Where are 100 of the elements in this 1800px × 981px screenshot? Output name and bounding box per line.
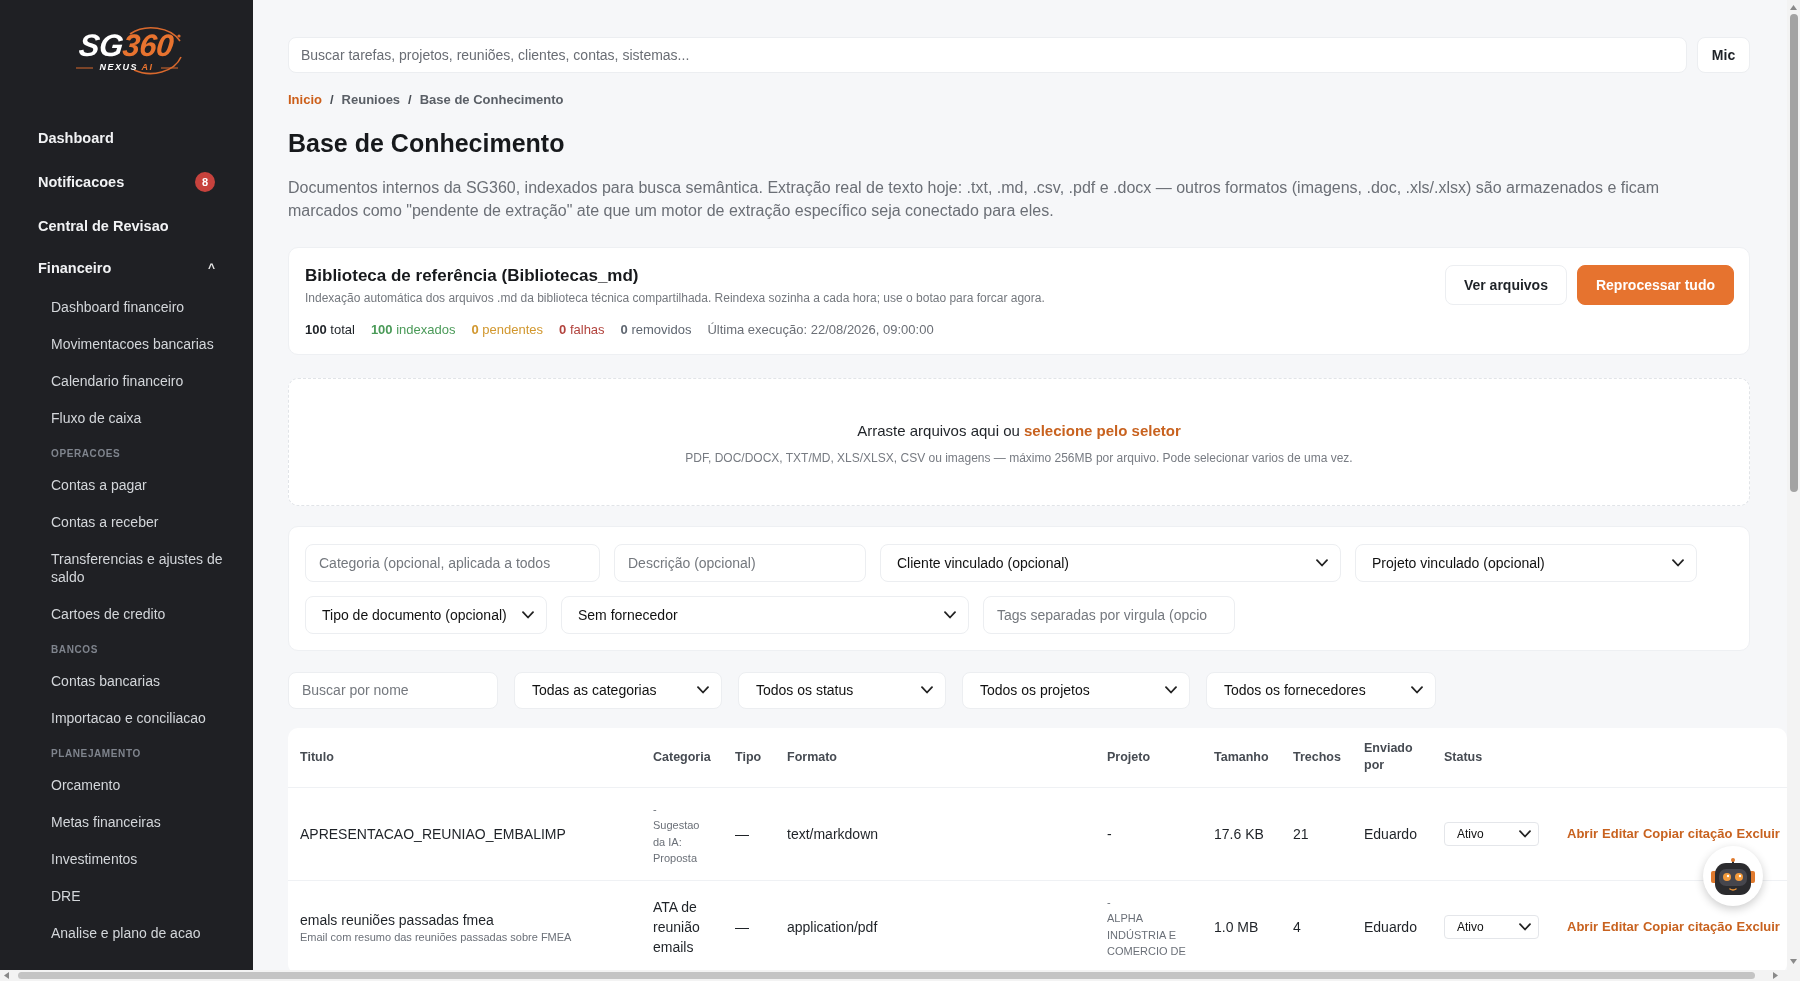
nav-item[interactable]: Investimentos: [0, 840, 253, 877]
breadcrumb-current: Base de Conhecimento: [419, 92, 564, 108]
cell-text: -: [653, 801, 658, 817]
file-picker-link[interactable]: selecione pelo seletor: [1024, 421, 1181, 439]
column-header: Formato: [786, 748, 838, 766]
stat-count: 0 pendentes: [471, 320, 544, 339]
brand-logo[interactable]: SG360 NEXUS AI: [67, 26, 186, 80]
arrow-right-icon[interactable]: [1773, 972, 1778, 979]
nav-item[interactable]: Notificacoes: [38, 172, 125, 192]
nav-item[interactable]: Calendario financeiro: [0, 362, 253, 399]
chevron-down-icon: [1672, 558, 1684, 567]
cell-text: Sugestao da IA: Proposta: [653, 818, 701, 866]
chevron-down-icon: [1316, 558, 1328, 567]
text-input[interactable]: Categoria (opcional, aplicada a todos: [305, 543, 600, 582]
action-link[interactable]: Editar: [1602, 916, 1639, 937]
dropdown[interactable]: Todos os status: [738, 671, 946, 709]
nav-item[interactable]: DRE: [0, 877, 253, 914]
card-title: Biblioteca de referência (Bibliotecas_md): [305, 264, 640, 287]
nav-item[interactable]: Cartoes de credito: [0, 595, 253, 632]
status-dropdown[interactable]: Ativo: [1444, 914, 1539, 939]
nav-item[interactable]: Movimentacoes bancarias: [0, 325, 253, 362]
text-input[interactable]: Descrição (opcional): [614, 543, 866, 582]
arrow-left-icon[interactable]: [4, 972, 9, 979]
action-link[interactable]: Editar: [1602, 823, 1639, 844]
table-cell-text: Eduardo: [1363, 824, 1418, 844]
nav-item[interactable]: Analise e plano de acao: [0, 914, 253, 951]
status-dropdown[interactable]: Ativo: [1444, 821, 1539, 846]
search-field[interactable]: Buscar tarefas, projetos, reuniões, clientes, contas, sistemas...: [288, 37, 1687, 73]
action-link[interactable]: Excluir: [1736, 823, 1780, 844]
dropdown[interactable]: Tipo de documento (opcional): [305, 595, 547, 634]
cell-text: ATA de reunião emails: [653, 897, 701, 957]
caret-icon[interactable]: ^: [208, 262, 215, 274]
dropdown[interactable]: Sem fornecedor: [561, 595, 969, 634]
nav-item[interactable]: Contas bancarias: [0, 662, 253, 699]
dropdown[interactable]: Todos os fornecedores: [1206, 671, 1436, 709]
nav-item[interactable]: Central de Revisao: [38, 216, 169, 236]
nav-item[interactable]: Dashboard: [38, 128, 114, 148]
horizontal-scrollbar[interactable]: [0, 970, 1800, 981]
cell-text: ALPHA INDÚSTRIA E COMERCIO DE: [1107, 911, 1187, 959]
section-heading: PLANEJAMENTO: [50, 747, 142, 761]
arrow-down-icon[interactable]: [1790, 959, 1797, 964]
robot-icon: [1711, 857, 1755, 895]
scrollbar-thumb[interactable]: [1789, 14, 1798, 492]
dropzone-text: Arraste arquivos aqui ou selecione pelo seletor: [857, 420, 1181, 441]
nav-item[interactable]: Contas a pagar: [0, 466, 253, 503]
breadcrumb-separator: /: [408, 92, 412, 108]
chevron-down-icon: [1165, 686, 1177, 694]
table-cell-text: 1.0 MB: [1213, 917, 1260, 937]
cell-text: -: [1107, 824, 1113, 844]
arrow-up-icon[interactable]: [1790, 5, 1797, 10]
nav-item[interactable]: Contas a receber: [0, 503, 253, 540]
chevron-down-icon: [697, 686, 709, 694]
table-cell-text: application/pdf: [786, 917, 879, 937]
table-cell-text: —: [734, 917, 750, 937]
nav-item[interactable]: Dashboard financeiro: [0, 288, 253, 325]
column-header: Projeto: [1106, 748, 1152, 766]
text-input[interactable]: Tags separadas por virgula (opcio: [983, 595, 1235, 634]
breadcrumb-link[interactable]: Inicio: [288, 92, 322, 108]
breadcrumb-separator: /: [329, 92, 334, 108]
stat-count: 0 removidos: [620, 320, 692, 339]
table-cell-text: Eduardo: [1363, 917, 1418, 937]
document-description: Email com resumo das reuniões passadas sobre FMEA: [300, 929, 573, 944]
action-link[interactable]: Excluir: [1736, 916, 1780, 937]
column-header: Categoria: [652, 748, 712, 766]
dropdown[interactable]: Todos os projetos: [962, 671, 1190, 709]
last-run-text: Última execução: 22/08/2026, 09:00:00: [707, 320, 934, 339]
vertical-scrollbar[interactable]: [1787, 0, 1800, 970]
page-description: Documentos internos da SG360, indexados para busca semântica. Extração real de texto hoje: .txt, .md, .csv, .pdf e .docx — outros formatos (imagens, .doc, .xls/.xlsx) são armazenados e ficam marcados como "pendente de extração" ate que um motor de extração específico seja conectado para eles.: [288, 178, 1660, 221]
document-title: emals reuniões passadas fmea: [300, 910, 495, 930]
section-heading: BANCOS: [50, 643, 99, 657]
dropdown[interactable]: Projeto vinculado (opcional): [1355, 543, 1697, 582]
view-files-button[interactable]: Ver arquivos: [1444, 264, 1567, 305]
action-link[interactable]: Abrir: [1567, 823, 1599, 844]
nav-item[interactable]: Financeiro: [38, 258, 112, 278]
action-link[interactable]: Copiar citação: [1642, 823, 1733, 844]
column-header: Titulo: [299, 748, 335, 766]
action-link[interactable]: Copiar citação: [1642, 916, 1733, 937]
mic-button[interactable]: Mic: [1697, 37, 1750, 73]
search-field[interactable]: Buscar por nome: [288, 671, 498, 709]
scrollbar-thumb[interactable]: [18, 972, 1755, 979]
stat-count: 0 falhas: [559, 320, 605, 339]
action-link[interactable]: Abrir: [1567, 916, 1599, 937]
nav-item[interactable]: Importacao e conciliacao: [0, 699, 253, 736]
chevron-down-icon: [1519, 922, 1531, 931]
page-title: Base de Conhecimento: [288, 128, 566, 158]
nav-item[interactable]: Transferencias e ajustes de saldo: [0, 540, 253, 595]
dropdown[interactable]: Todas as categorias: [514, 671, 722, 709]
chevron-down-icon: [522, 610, 534, 619]
nav-item[interactable]: Fluxo de caixa: [0, 399, 253, 436]
drop-zone[interactable]: Arraste arquivos aqui ou selecione pelo seletor PDF, DOC/DOCX, TXT/MD, XLS/XLSX, CSV ou imagens — máximo 256MB por arquivo. Pode selecionar varios de uma vez.: [288, 377, 1750, 506]
dropzone-hint: PDF, DOC/DOCX, TXT/MD, XLS/XLSX, CSV ou imagens — máximo 256MB por arquivo. Pode selecionar varios de uma vez.: [685, 449, 1353, 466]
breadcrumb-link[interactable]: Reunioes: [341, 92, 401, 108]
section-heading: OPERACOES: [50, 447, 122, 461]
stat-count: 100 total: [305, 320, 355, 339]
nav-item[interactable]: Orcamento: [0, 766, 253, 803]
dropdown[interactable]: Cliente vinculado (opcional): [880, 543, 1341, 582]
chevron-down-icon: [1411, 686, 1423, 694]
notification-badge: 8: [195, 172, 215, 192]
nav-item[interactable]: Metas financeiras: [0, 803, 253, 840]
table-cell-text: 17.6 KB: [1213, 824, 1265, 844]
